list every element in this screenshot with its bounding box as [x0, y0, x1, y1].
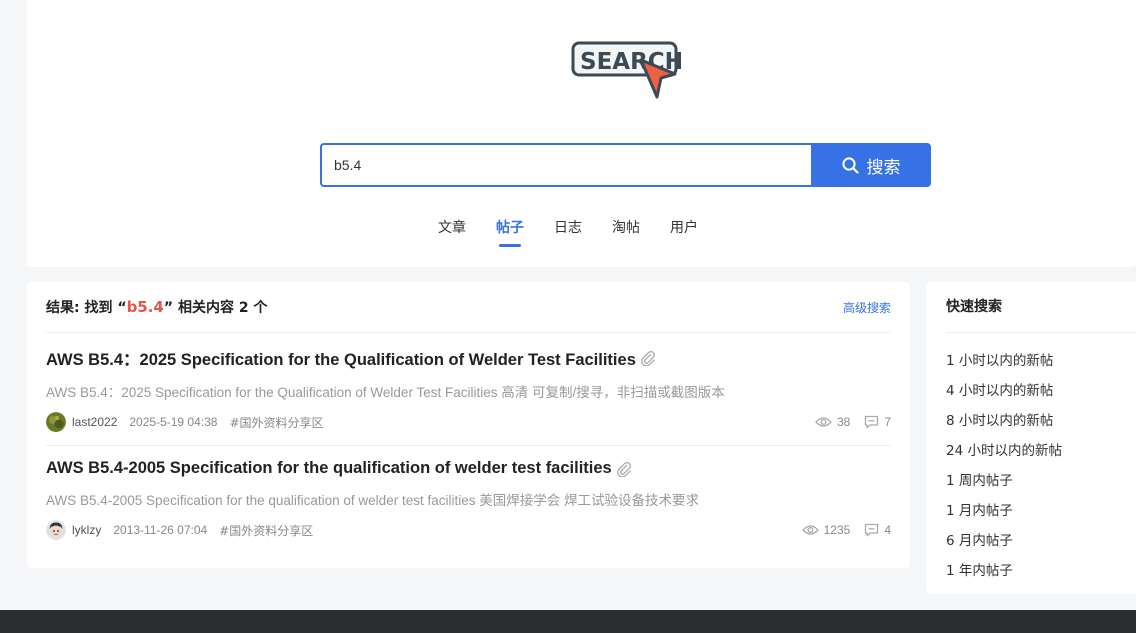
tab-articles[interactable]: 文章	[438, 217, 466, 247]
quick-search-1h[interactable]: 1 小时以内的新帖	[946, 346, 1136, 376]
quick-search-title: 快速搜索	[946, 282, 1136, 333]
post-date: 2013-11-26 07:04	[113, 523, 208, 537]
results-panel: 结果: 找到 “b5.4” 相关内容 2 个 高级搜索 AWS B5.4：202…	[27, 282, 910, 568]
quick-search-1y[interactable]: 1 年内帖子	[946, 556, 1136, 586]
results-keyword: b5.4	[126, 298, 164, 316]
tab-collections[interactable]: 淘帖	[612, 217, 640, 247]
search-icon	[841, 156, 859, 174]
quick-search-8h[interactable]: 8 小时以内的新帖	[946, 406, 1136, 436]
advanced-search-link[interactable]: 高级搜索	[843, 299, 891, 316]
search-button[interactable]: 搜索	[811, 143, 931, 187]
eye-icon	[815, 417, 832, 427]
quick-search-1w[interactable]: 1 周内帖子	[946, 466, 1136, 496]
tab-blogs[interactable]: 日志	[554, 217, 582, 247]
quick-search-panel: 快速搜索 1 小时以内的新帖 4 小时以内的新帖 8 小时以内的新帖 24 小时…	[926, 282, 1136, 594]
views-stat: 38	[815, 415, 850, 429]
tab-threads[interactable]: 帖子	[496, 217, 524, 247]
result-item: AWS B5.4-2005 Specification for the qual…	[46, 446, 891, 559]
result-item: AWS B5.4：2025 Specification for the Qual…	[46, 333, 891, 446]
attachment-icon	[616, 461, 631, 477]
post-stats: 38 7	[815, 415, 891, 429]
search-type-tabs: 文章 帖子 日志 淘帖 用户	[27, 217, 1109, 247]
search-logo[interactable]: SEARCH	[571, 40, 684, 100]
replies-stat: 4	[864, 523, 891, 537]
views-count: 38	[836, 415, 851, 429]
quick-search-1m[interactable]: 1 月内帖子	[946, 496, 1136, 526]
replies-stat: 7	[864, 415, 891, 429]
comment-icon	[865, 523, 879, 537]
quick-search-list: 1 小时以内的新帖 4 小时以内的新帖 8 小时以内的新帖 24 小时以内的新帖…	[946, 333, 1136, 586]
result-meta: lyklzy 2013-11-26 07:04 #国外资料分享区 1235 4	[46, 520, 891, 540]
page-footer	[0, 610, 1136, 633]
results-header: 结果: 找到 “b5.4” 相关内容 2 个 高级搜索	[46, 282, 891, 333]
eye-icon	[801, 525, 819, 535]
result-description: AWS B5.4-2005 Specification for the qual…	[46, 493, 699, 508]
forum-tag[interactable]: #国外资料分享区	[229, 414, 323, 431]
views-stat: 1235	[801, 523, 851, 537]
result-title[interactable]: AWS B5.4-2005 Specification for the qual…	[46, 459, 891, 478]
results-summary-suffix: ” 相关内容 2 个	[163, 300, 268, 316]
author-name[interactable]: last2022	[72, 415, 117, 429]
tab-users[interactable]: 用户	[670, 217, 698, 247]
result-title-text: AWS B5.4：2025 Specification for the Qual…	[46, 351, 636, 369]
avatar[interactable]	[46, 520, 66, 540]
result-title[interactable]: AWS B5.4：2025 Specification for the Qual…	[46, 346, 891, 370]
quick-search-24h[interactable]: 24 小时以内的新帖	[946, 436, 1136, 466]
results-summary-prefix: 结果: 找到 “	[46, 300, 127, 316]
author-name[interactable]: lyklzy	[72, 523, 101, 537]
replies-count: 4	[884, 523, 891, 537]
result-description: AWS B5.4：2025 Specification for the Qual…	[46, 385, 725, 400]
avatar[interactable]	[46, 412, 66, 432]
results-summary: 结果: 找到 “b5.4” 相关内容 2 个	[46, 297, 267, 317]
comment-icon	[865, 415, 879, 429]
quick-search-6m[interactable]: 6 月内帖子	[946, 526, 1136, 556]
post-stats: 1235 4	[801, 523, 891, 537]
post-date: 2025-5-19 04:38	[129, 415, 218, 429]
views-count: 1235	[823, 523, 851, 537]
result-meta: last2022 2025-5-19 04:38 #国外资料分享区 38 7	[46, 412, 891, 432]
search-input[interactable]	[320, 143, 811, 187]
replies-count: 7	[884, 415, 891, 429]
search-panel: SEARCH 搜索 文章 帖子 日志 淘帖 用户	[27, 0, 1136, 267]
search-form: 搜索	[320, 143, 931, 187]
attachment-icon	[641, 351, 655, 366]
quick-search-4h[interactable]: 4 小时以内的新帖	[946, 376, 1136, 406]
search-button-label: 搜索	[866, 157, 901, 178]
result-title-text: AWS B5.4-2005 Specification for the qual…	[46, 459, 612, 477]
forum-tag[interactable]: #国外资料分享区	[219, 522, 313, 539]
